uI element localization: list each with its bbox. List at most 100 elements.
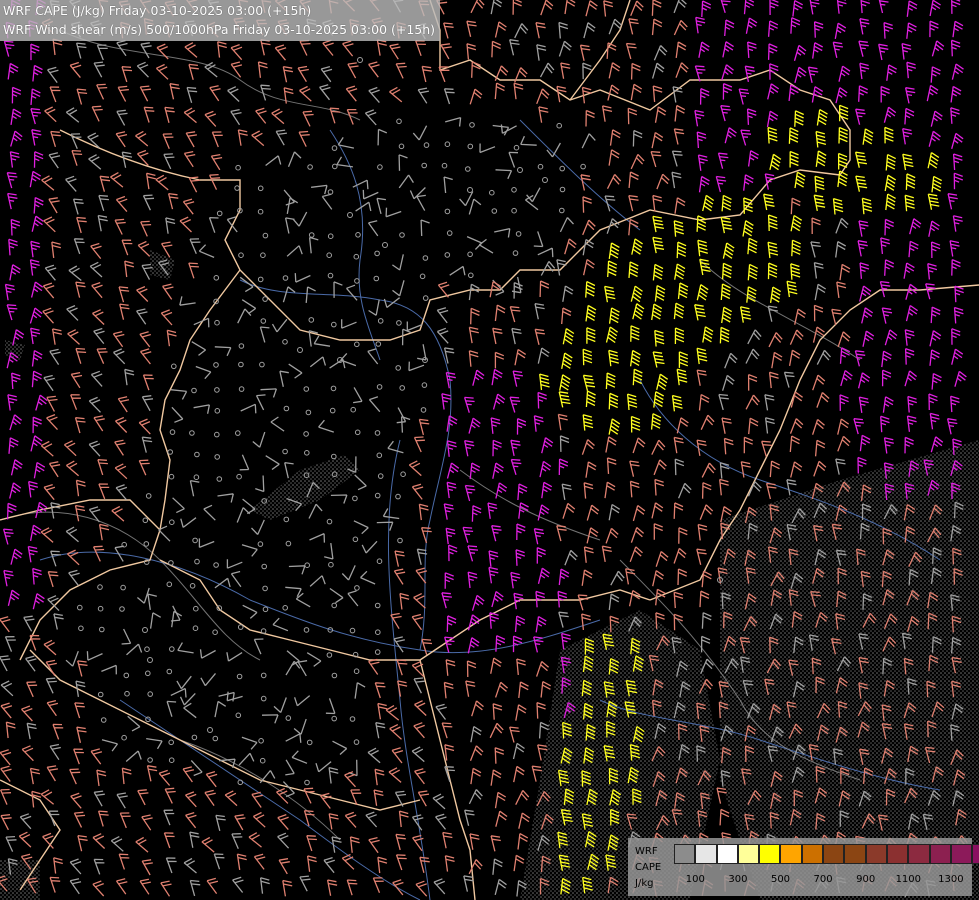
wind-barb bbox=[46, 395, 58, 412]
wind-barb bbox=[29, 259, 40, 276]
wind-barb bbox=[67, 329, 80, 345]
wind-barb bbox=[628, 18, 639, 35]
wind-barb bbox=[10, 108, 22, 125]
wind-barb bbox=[767, 262, 778, 280]
calm-wind-marker bbox=[97, 584, 103, 590]
wind-barb bbox=[117, 85, 129, 102]
wind-barb bbox=[809, 0, 820, 15]
wind-barb bbox=[48, 461, 61, 478]
calm-wind-marker bbox=[374, 602, 381, 609]
wind-barb bbox=[459, 191, 474, 207]
wind-barb bbox=[299, 875, 311, 892]
wind-barb bbox=[535, 661, 550, 677]
wind-barb bbox=[21, 705, 33, 722]
wind-barb bbox=[860, 0, 870, 14]
wind-barb bbox=[743, 436, 753, 454]
wind-barb bbox=[31, 370, 43, 388]
wind-barb bbox=[142, 374, 154, 391]
wind-barb bbox=[908, 240, 919, 258]
wind-barb bbox=[673, 591, 684, 609]
wind-barb bbox=[581, 86, 592, 104]
wind-barb bbox=[629, 349, 641, 367]
legend-swatch bbox=[674, 844, 696, 864]
wind-barb bbox=[678, 527, 688, 544]
calm-wind-marker bbox=[282, 448, 288, 455]
wind-barb bbox=[789, 329, 804, 345]
wind-barb bbox=[252, 431, 266, 448]
wind-barb bbox=[699, 504, 714, 520]
wind-barb bbox=[650, 150, 662, 168]
wind-barb bbox=[494, 82, 505, 100]
wind-barb bbox=[488, 550, 499, 567]
wind-barb bbox=[769, 153, 782, 171]
wind-barb bbox=[470, 725, 482, 743]
wind-barb bbox=[0, 655, 11, 672]
wind-barb bbox=[656, 173, 670, 190]
wind-barb bbox=[7, 394, 18, 411]
calm-wind-marker bbox=[444, 208, 451, 215]
wind-barb bbox=[52, 38, 63, 56]
wind-barb bbox=[445, 659, 456, 676]
wind-barb bbox=[858, 40, 869, 57]
wind-barb bbox=[767, 241, 779, 259]
wind-barb bbox=[101, 739, 119, 752]
wind-barb bbox=[698, 41, 710, 58]
wind-barb bbox=[491, 525, 502, 542]
wind-barb bbox=[927, 193, 940, 210]
legend-swatch bbox=[908, 844, 930, 864]
calm-wind-marker bbox=[423, 142, 430, 148]
wind-barb bbox=[513, 82, 524, 100]
wind-barb bbox=[255, 394, 266, 411]
wind-barb bbox=[96, 83, 108, 100]
calm-wind-marker bbox=[420, 407, 427, 413]
calm-wind-marker bbox=[327, 233, 334, 239]
wind-barb bbox=[813, 194, 826, 212]
wind-barb bbox=[769, 63, 779, 80]
wind-barb bbox=[421, 65, 432, 83]
wind-barb bbox=[169, 83, 180, 100]
wind-barb bbox=[198, 244, 215, 258]
wind-barb bbox=[277, 832, 290, 849]
wind-barb bbox=[7, 192, 18, 210]
wind-barb bbox=[164, 787, 176, 804]
wind-barb bbox=[311, 184, 328, 195]
wind-barb bbox=[309, 575, 326, 587]
wind-barb bbox=[492, 327, 503, 345]
wind-barb bbox=[285, 759, 295, 776]
wind-barb bbox=[9, 482, 22, 499]
wind-barb bbox=[673, 502, 684, 519]
wind-barb bbox=[654, 106, 667, 123]
wind-barb bbox=[76, 88, 88, 105]
wind-barb bbox=[328, 813, 339, 830]
calm-wind-marker bbox=[304, 450, 310, 456]
wind-barb bbox=[141, 436, 153, 453]
wind-barb bbox=[517, 833, 529, 850]
wind-barb bbox=[443, 681, 454, 699]
wind-barb bbox=[790, 214, 803, 232]
wind-barb bbox=[767, 20, 779, 37]
wind-barb bbox=[767, 126, 778, 144]
wind-barb bbox=[494, 304, 506, 322]
wind-barb bbox=[608, 349, 619, 367]
calm-wind-marker bbox=[353, 668, 360, 675]
wind-barb bbox=[767, 214, 778, 232]
wind-barb bbox=[185, 791, 197, 808]
wind-barb bbox=[27, 545, 38, 563]
wind-barb bbox=[443, 347, 455, 364]
calm-wind-marker bbox=[213, 562, 219, 568]
wind-barb bbox=[533, 231, 544, 248]
wind-barb bbox=[395, 854, 407, 871]
wind-barb bbox=[6, 172, 18, 189]
wind-barb bbox=[673, 436, 684, 454]
wind-barb bbox=[930, 110, 943, 127]
wind-barb bbox=[491, 590, 504, 608]
wind-barb bbox=[608, 149, 620, 166]
wind-barb bbox=[236, 507, 251, 523]
wind-barb bbox=[814, 283, 827, 301]
wind-barb bbox=[464, 439, 475, 457]
wind-barb bbox=[33, 461, 46, 479]
wind-barb bbox=[273, 697, 287, 713]
wind-barb bbox=[699, 590, 710, 608]
wind-barb bbox=[747, 41, 757, 58]
wind-barb bbox=[673, 613, 683, 631]
